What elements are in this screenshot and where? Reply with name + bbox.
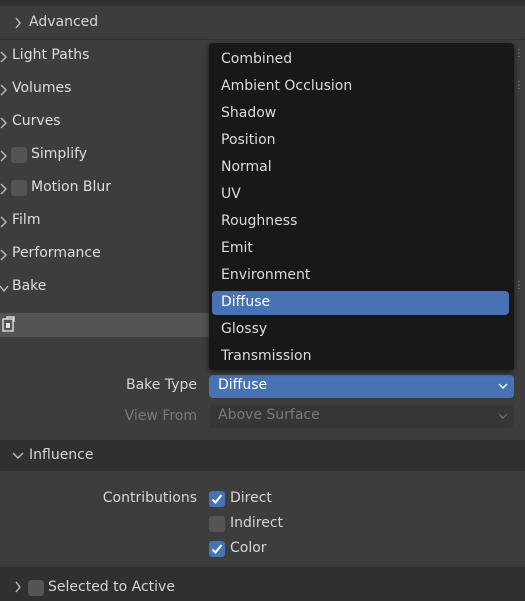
selected-to-active-subpanel-header[interactable]: Selected to Active bbox=[0, 572, 525, 601]
influence-label: Influence bbox=[29, 447, 94, 463]
panel-label: Simplify bbox=[31, 146, 88, 162]
chevron-right-icon bbox=[0, 117, 7, 129]
menu-item-uv[interactable]: UV bbox=[212, 183, 509, 207]
menu-item-environment[interactable]: Environment bbox=[212, 264, 509, 288]
chevron-down-icon bbox=[498, 413, 508, 419]
chevron-right-icon bbox=[15, 17, 21, 29]
menu-item-shadow[interactable]: Shadow bbox=[212, 102, 509, 126]
selected-to-active-label: Selected to Active bbox=[48, 579, 175, 595]
menu-item-diffuse[interactable]: Diffuse bbox=[212, 291, 509, 315]
view-from-dropdown[interactable]: Above Surface bbox=[209, 405, 514, 428]
bake-type-label: Bake Type bbox=[125, 377, 197, 393]
menu-item-transmission[interactable]: Transmission bbox=[212, 345, 509, 369]
chevron-right-icon bbox=[15, 581, 21, 593]
simplify-checkbox[interactable] bbox=[11, 147, 27, 163]
panel-label: Curves bbox=[12, 113, 61, 129]
chevron-down-icon bbox=[0, 285, 9, 293]
color-checkbox[interactable] bbox=[209, 541, 225, 557]
contributions-label: Contributions bbox=[102, 490, 197, 506]
bake-type-value: Diffuse bbox=[218, 377, 268, 393]
menu-item-ambient-occlusion[interactable]: Ambient Occlusion bbox=[212, 75, 509, 99]
direct-label: Direct bbox=[230, 490, 272, 506]
advanced-subpanel-header[interactable]: Advanced bbox=[0, 6, 525, 39]
influence-subpanel-header[interactable]: Influence bbox=[0, 440, 525, 471]
bake-type-dropdown[interactable]: Diffuse bbox=[209, 375, 514, 398]
chevron-down-icon bbox=[498, 383, 508, 389]
chevron-right-icon bbox=[0, 51, 7, 63]
drag-handle-icon[interactable]: ⋮ bbox=[514, 280, 524, 291]
chevron-down-icon bbox=[12, 452, 24, 459]
advanced-label: Advanced bbox=[29, 14, 99, 30]
panel-label: Motion Blur bbox=[31, 179, 112, 195]
menu-item-normal[interactable]: Normal bbox=[212, 156, 509, 180]
panel-label: Film bbox=[12, 212, 41, 228]
drag-handle-icon[interactable]: ⋮ bbox=[514, 48, 524, 59]
menu-item-emit[interactable]: Emit bbox=[212, 237, 509, 261]
view-from-value: Above Surface bbox=[218, 407, 320, 423]
color-label: Color bbox=[230, 540, 267, 556]
checkmark-icon bbox=[211, 544, 223, 554]
view-from-label: View From bbox=[124, 408, 197, 424]
panel-label: Performance bbox=[12, 245, 101, 261]
motion-blur-checkbox[interactable] bbox=[11, 180, 27, 196]
panel-label: Light Paths bbox=[12, 47, 90, 63]
menu-item-glossy[interactable]: Glossy bbox=[212, 318, 509, 342]
panel-label: Volumes bbox=[12, 80, 72, 96]
menu-item-roughness[interactable]: Roughness bbox=[212, 210, 509, 234]
bake-icon bbox=[2, 316, 15, 332]
menu-item-combined[interactable]: Combined bbox=[212, 48, 509, 72]
selected-to-active-checkbox[interactable] bbox=[28, 580, 44, 596]
bake-type-menu: Combined Ambient Occlusion Shadow Positi… bbox=[209, 43, 514, 370]
checkmark-icon bbox=[211, 494, 223, 504]
direct-checkbox[interactable] bbox=[209, 491, 225, 507]
chevron-right-icon bbox=[0, 249, 7, 261]
chevron-right-icon bbox=[0, 84, 7, 96]
chevron-right-icon bbox=[0, 216, 7, 228]
drag-handle-icon[interactable]: ⋮ bbox=[514, 80, 524, 91]
indirect-label: Indirect bbox=[230, 515, 284, 531]
menu-item-position[interactable]: Position bbox=[212, 129, 509, 153]
panel-label: Bake bbox=[12, 278, 47, 294]
indirect-checkbox[interactable] bbox=[209, 516, 225, 532]
